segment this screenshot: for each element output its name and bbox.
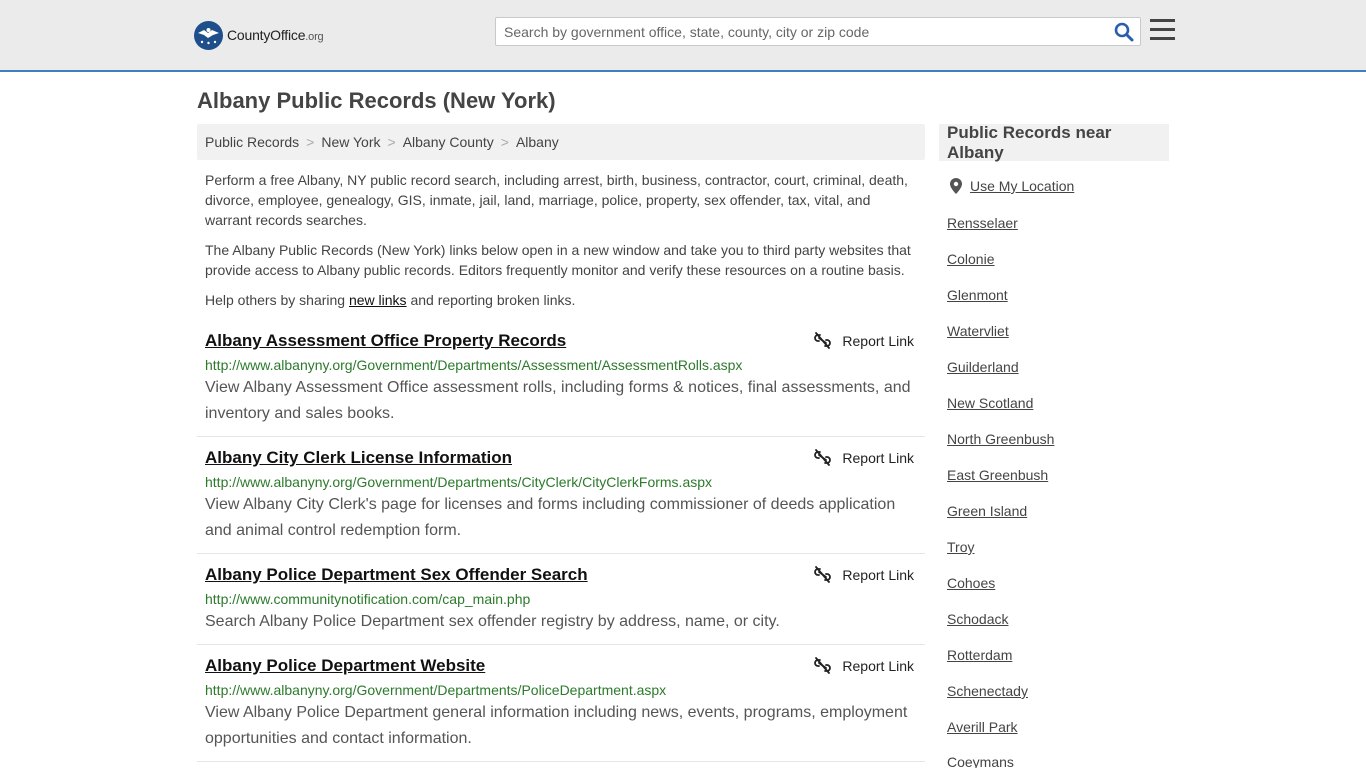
- new-links-link[interactable]: new links: [349, 292, 407, 308]
- sidebar-heading: Public Records near Albany: [939, 123, 1169, 162]
- eagle-logo-icon: [194, 20, 223, 50]
- hamburger-menu-icon[interactable]: [1150, 19, 1175, 41]
- page-title: Albany Public Records (New York): [197, 88, 556, 113]
- sidebar-place-link[interactable]: Rensselaer: [947, 215, 1018, 231]
- map-pin-icon: [950, 178, 962, 194]
- logo-text: CountyOffice.org: [227, 27, 324, 43]
- intro-paragraph: Perform a free Albany, NY public record …: [205, 172, 908, 228]
- report-link-button[interactable]: Report Link: [814, 449, 914, 466]
- record-description: Search Albany Police Department sex offe…: [205, 613, 780, 630]
- record-item: Albany Police Department Website Report …: [197, 645, 925, 762]
- broken-link-icon: [814, 332, 832, 349]
- broken-link-icon: [814, 449, 832, 466]
- share-paragraph: Help others by sharing new links and rep…: [205, 290, 917, 310]
- record-url: http://www.albanyny.org/Government/Depar…: [205, 474, 713, 490]
- search-box: [495, 17, 1141, 46]
- breadcrumb-albany[interactable]: Albany: [516, 134, 559, 150]
- record-item: Albany Assessment Office Property Record…: [197, 320, 925, 437]
- report-link-button[interactable]: Report Link: [814, 566, 914, 583]
- record-title-link[interactable]: Albany Assessment Office Property Record…: [205, 331, 566, 351]
- record-title-link[interactable]: Albany Police Department Sex Offender Se…: [205, 565, 588, 585]
- report-link-label: Report Link: [842, 566, 914, 583]
- share-text: Help others by sharing: [205, 292, 349, 308]
- breadcrumb-public-records[interactable]: Public Records: [205, 134, 299, 150]
- breadcrumb-albany-county[interactable]: Albany County: [403, 134, 494, 150]
- breadcrumb-separator: >: [387, 134, 396, 150]
- site-logo[interactable]: CountyOffice.org: [194, 20, 324, 50]
- record-url: http://www.albanyny.org/Government/Depar…: [205, 682, 667, 698]
- sidebar-place-link[interactable]: Schodack: [947, 611, 1008, 627]
- sidebar-place-link[interactable]: East Greenbush: [947, 467, 1048, 483]
- record-item: Albany Police Department Sex Offender Se…: [197, 554, 925, 645]
- sidebar-place-link[interactable]: Guilderland: [947, 359, 1019, 375]
- report-link-label: Report Link: [842, 449, 914, 466]
- sidebar-place-link[interactable]: North Greenbush: [947, 431, 1054, 447]
- share-text-end: and reporting broken links.: [406, 292, 576, 308]
- record-description: View Albany City Clerk's page for licens…: [205, 496, 896, 539]
- sidebar-place-link[interactable]: Rotterdam: [947, 647, 1012, 663]
- sidebar-place-link[interactable]: Cohoes: [947, 575, 995, 591]
- report-link-button[interactable]: Report Link: [814, 657, 914, 674]
- sidebar-place-link[interactable]: Averill Park: [947, 719, 1018, 735]
- menu-bar: [1150, 19, 1175, 22]
- broken-link-icon: [814, 566, 832, 583]
- record-title-link[interactable]: Albany Police Department Website: [205, 656, 485, 676]
- disclaimer-paragraph: The Albany Public Records (New York) lin…: [205, 242, 911, 278]
- record-title-link[interactable]: Albany City Clerk License Information: [205, 448, 512, 468]
- broken-link-icon: [814, 657, 832, 674]
- use-my-location-link[interactable]: Use My Location: [970, 178, 1074, 194]
- breadcrumb-separator: >: [306, 134, 315, 150]
- sidebar-place-link[interactable]: Watervliet: [947, 323, 1009, 339]
- record-description: View Albany Police Department general in…: [205, 704, 908, 747]
- site-header: CountyOffice.org: [0, 0, 1366, 72]
- sidebar-place-link[interactable]: Glenmont: [947, 287, 1008, 303]
- report-link-button[interactable]: Report Link: [814, 332, 914, 349]
- record-item: Albany City Clerk License Information Re…: [197, 437, 925, 554]
- menu-bar: [1150, 37, 1175, 40]
- report-link-label: Report Link: [842, 657, 914, 674]
- record-description: View Albany Assessment Office assessment…: [205, 379, 911, 422]
- search-input[interactable]: [496, 18, 1106, 45]
- search-icon: [1114, 22, 1134, 42]
- sidebar-place-link[interactable]: Troy: [947, 539, 974, 555]
- logo-word-org: .org: [305, 31, 324, 43]
- use-my-location: Use My Location: [950, 178, 1074, 194]
- breadcrumb-separator: >: [500, 134, 509, 150]
- logo-word-county: County: [227, 27, 271, 43]
- record-url: http://www.albanyny.org/Government/Depar…: [205, 357, 743, 373]
- breadcrumb: Public Records > New York > Albany Count…: [197, 124, 925, 160]
- sidebar-place-link[interactable]: Schenectady: [947, 683, 1028, 699]
- logo-word-office: Office: [270, 27, 306, 43]
- record-url: http://www.communitynotification.com/cap…: [205, 591, 531, 607]
- search-button[interactable]: [1114, 22, 1134, 42]
- menu-bar: [1150, 28, 1175, 31]
- report-link-label: Report Link: [842, 332, 914, 349]
- sidebar-place-link[interactable]: Colonie: [947, 251, 994, 267]
- sidebar-place-link[interactable]: Green Island: [947, 503, 1027, 519]
- sidebar-place-link[interactable]: New Scotland: [947, 395, 1033, 411]
- sidebar-place-link[interactable]: Coeymans: [947, 754, 1014, 768]
- breadcrumb-new-york[interactable]: New York: [321, 134, 380, 150]
